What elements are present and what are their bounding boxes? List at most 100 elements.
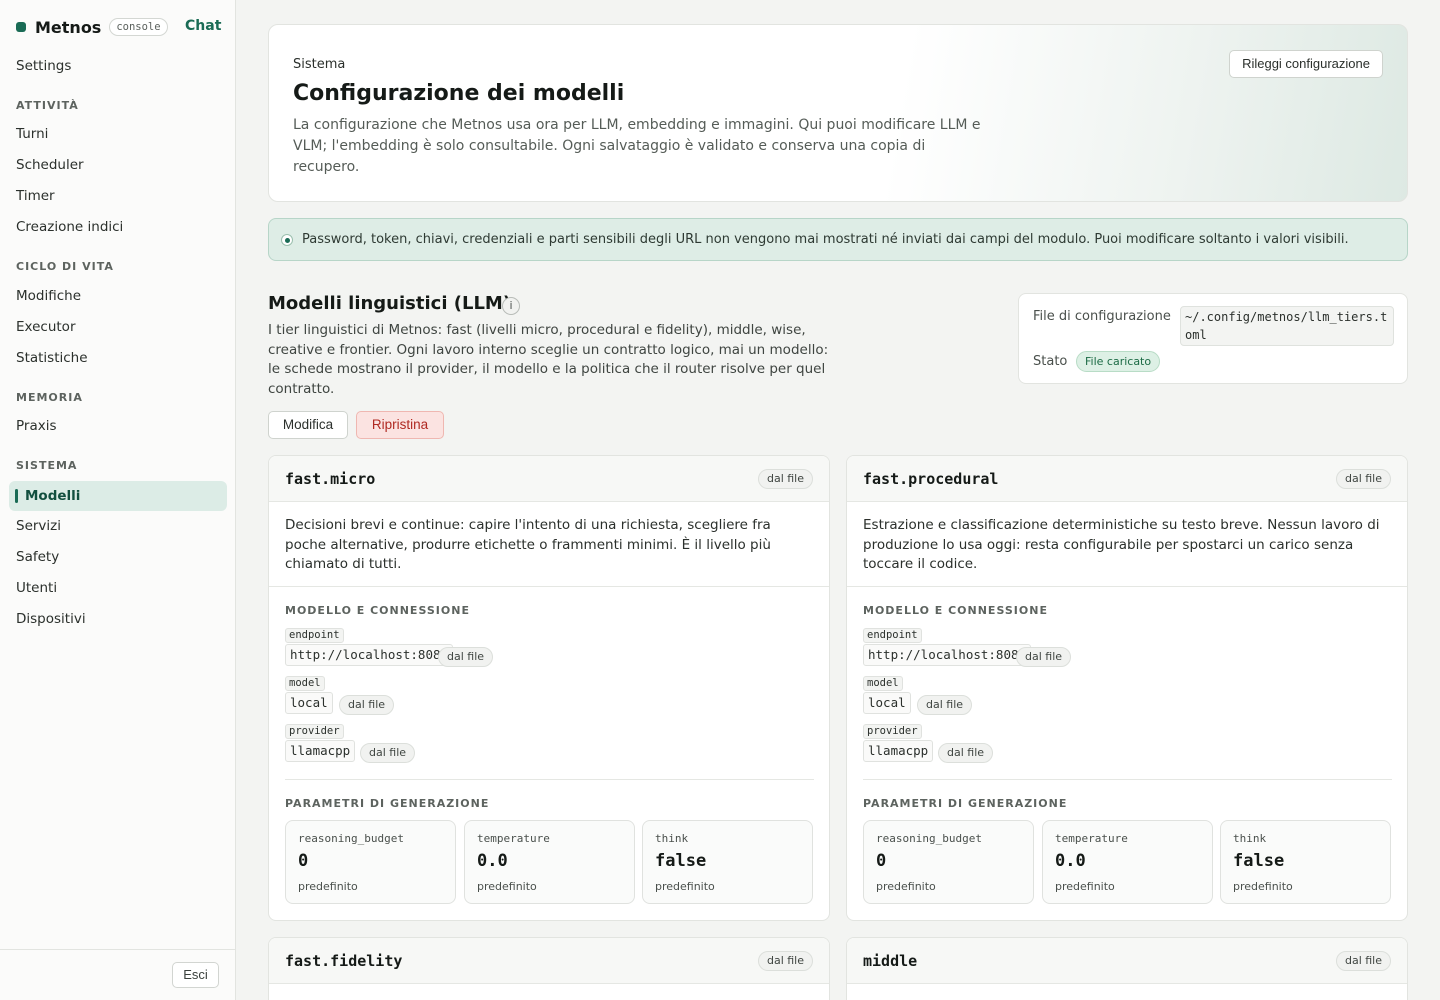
section-divider	[285, 779, 814, 780]
card-header: middle dal file	[847, 938, 1407, 984]
param-think[interactable]: think false predefinito	[642, 820, 813, 904]
params-section-title: PARAMETRI DI GENERAZIONE	[863, 797, 1068, 810]
section-title: Modelli linguistici (LLM)	[268, 293, 512, 314]
section-description: I tier linguistici di Metnos: fast (live…	[268, 322, 829, 398]
field-label-endpoint: endpoint	[863, 628, 922, 643]
field-value-model[interactable]: local	[863, 692, 911, 714]
param-value: 0	[298, 851, 309, 871]
sidebar-item-creazione-indici[interactable]: Creazione indici	[16, 219, 123, 235]
sidebar-item-scheduler[interactable]: Scheduler	[16, 157, 84, 173]
status-badge: File caricato	[1076, 351, 1161, 372]
source-badge: dal file	[360, 743, 416, 763]
param-value: false	[655, 851, 707, 871]
logout-button[interactable]: Esci	[172, 962, 219, 988]
edit-button[interactable]: Modifica	[268, 411, 348, 439]
card-title: fast.procedural	[863, 470, 999, 488]
reload-config-button[interactable]: Rileggi configurazione	[1229, 50, 1383, 78]
param-temperature[interactable]: temperature 0.0 predefinito	[1042, 820, 1213, 904]
card-title: fast.fidelity	[285, 952, 403, 970]
model-card-fast-micro: fast.micro dal file Decisioni brevi e co…	[268, 455, 830, 921]
param-name: temperature	[1055, 832, 1128, 845]
field-value-endpoint[interactable]: http://localhost:8080	[285, 644, 454, 666]
config-file-box: File di configurazione ~/.config/metnos/…	[1018, 293, 1408, 384]
page-title: Configurazione dei modelli	[293, 81, 625, 106]
card-header: fast.fidelity dal file	[269, 938, 829, 984]
param-note: predefinito	[655, 880, 715, 893]
field-value-model[interactable]: local	[285, 692, 333, 714]
model-section-title: MODELLO E CONNESSIONE	[863, 604, 1048, 617]
card-description: Decisioni brevi e continue: capire l'int…	[285, 517, 771, 573]
source-badge: dal file	[438, 647, 494, 667]
field-label-provider: provider	[863, 724, 922, 739]
param-name: reasoning_budget	[876, 832, 982, 845]
param-note: predefinito	[876, 880, 936, 893]
field-value-provider[interactable]: llamacpp	[285, 740, 356, 762]
field-label-model: model	[863, 676, 903, 691]
sidebar-item-statistiche[interactable]: Statistiche	[16, 350, 88, 366]
sidebar-item-servizi[interactable]: Servizi	[16, 518, 61, 534]
card-title: middle	[863, 952, 918, 970]
info-icon[interactable]: i	[502, 297, 520, 315]
source-badge: dal file	[938, 743, 994, 763]
source-badge: dal file	[1335, 469, 1391, 489]
param-value: 0.0	[477, 851, 508, 871]
reset-button[interactable]: Ripristina	[356, 411, 444, 439]
card-title: fast.micro	[285, 470, 376, 488]
sidebar-item-safety[interactable]: Safety	[16, 549, 59, 565]
field-label-provider: provider	[285, 724, 344, 739]
param-value: 0	[876, 851, 887, 871]
sidebar-item-utenti[interactable]: Utenti	[16, 580, 57, 596]
sidebar-item-modifiche[interactable]: Modifiche	[16, 288, 81, 304]
brand-badge: console	[109, 18, 168, 36]
card-divider	[847, 586, 1407, 587]
sidebar: Metnos console Chat Settings ATTIVITÀ Tu…	[0, 0, 236, 1000]
section-divider	[863, 779, 1392, 780]
brand-name: Metnos	[35, 17, 102, 37]
chat-link[interactable]: Chat	[185, 18, 221, 34]
param-name: think	[655, 832, 689, 845]
sidebar-item-praxis[interactable]: Praxis	[16, 418, 57, 434]
sidebar-item-timer[interactable]: Timer	[16, 188, 55, 204]
sidebar-item-turni[interactable]: Turni	[16, 126, 48, 142]
param-reasoning-budget[interactable]: reasoning_budget 0 predefinito	[863, 820, 1034, 904]
sidebar-item-settings[interactable]: Settings	[16, 58, 71, 74]
config-file-path: ~/.config/metnos/llm_tiers.toml	[1180, 306, 1394, 346]
sidebar-section-memoria: MEMORIA	[16, 391, 83, 404]
page-description: La configurazione che Metnos usa ora per…	[293, 117, 981, 175]
field-value-provider[interactable]: llamacpp	[863, 740, 934, 762]
source-badge: dal file	[1016, 647, 1072, 667]
param-reasoning-budget[interactable]: reasoning_budget 0 predefinito	[285, 820, 456, 904]
sidebar-section-attivita: ATTIVITÀ	[16, 99, 79, 112]
sidebar-item-executor[interactable]: Executor	[16, 319, 76, 335]
param-note: predefinito	[1055, 880, 1115, 893]
sidebar-item-modelli[interactable]: Modelli	[9, 481, 227, 511]
status-dot-icon	[281, 234, 293, 246]
param-value: false	[1233, 851, 1285, 871]
page-header: Sistema Configurazione dei modelli La co…	[268, 24, 1408, 202]
source-badge: dal file	[757, 469, 813, 489]
param-temperature[interactable]: temperature 0.0 predefinito	[464, 820, 635, 904]
param-name: temperature	[477, 832, 550, 845]
brand[interactable]: Metnos console	[16, 16, 168, 38]
model-section-title: MODELLO E CONNESSIONE	[285, 604, 470, 617]
params-section-title: PARAMETRI DI GENERAZIONE	[285, 797, 490, 810]
config-file-label: File di configurazione	[1033, 309, 1171, 324]
source-badge: dal file	[917, 695, 973, 715]
card-description: Estrazione e classificazione determinist…	[863, 517, 1380, 573]
config-state-label: Stato	[1033, 354, 1068, 369]
field-value-endpoint[interactable]: http://localhost:8080	[863, 644, 1032, 666]
active-indicator	[15, 489, 18, 503]
source-badge: dal file	[1335, 951, 1391, 971]
notice-text: Password, token, chiavi, credenziali e p…	[302, 232, 1349, 247]
param-name: reasoning_budget	[298, 832, 404, 845]
param-think[interactable]: think false predefinito	[1220, 820, 1391, 904]
param-name: think	[1233, 832, 1267, 845]
model-card-fast-fidelity: fast.fidelity dal file	[268, 937, 830, 1000]
card-divider	[269, 586, 829, 587]
field-label-model: model	[285, 676, 325, 691]
param-note: predefinito	[298, 880, 358, 893]
sidebar-item-dispositivi[interactable]: Dispositivi	[16, 611, 86, 627]
sidebar-footer-divider	[0, 949, 235, 950]
brand-logo-icon	[16, 22, 26, 32]
privacy-notice: Password, token, chiavi, credenziali e p…	[268, 218, 1408, 261]
